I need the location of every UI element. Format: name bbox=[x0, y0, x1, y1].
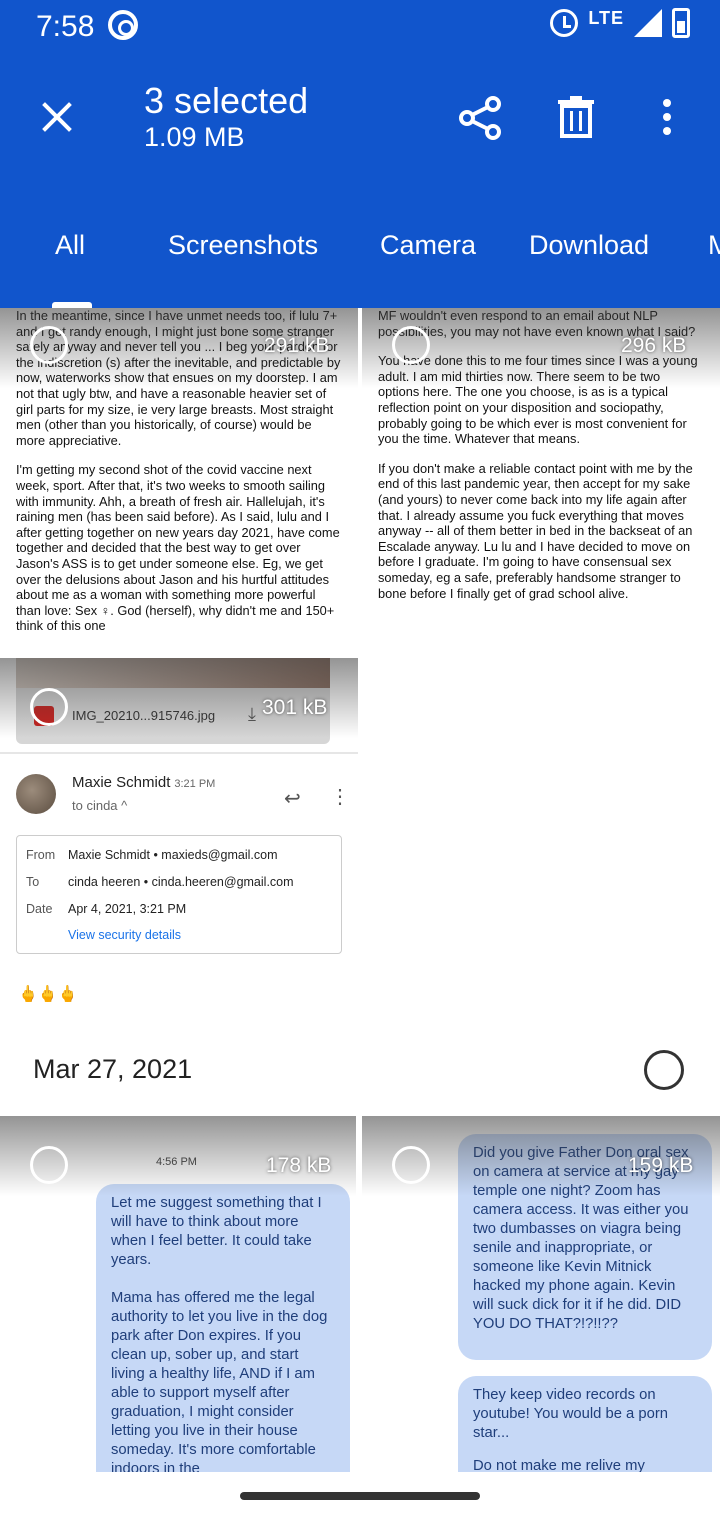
email-sender: Maxie Schmidt 3:21 PM bbox=[72, 774, 215, 791]
file-size: 159 kB bbox=[628, 1154, 694, 1177]
tab-all[interactable]: All bbox=[55, 230, 85, 261]
emoji-text: 🖕🖕🖕 bbox=[18, 986, 78, 1003]
select-circle[interactable] bbox=[392, 1146, 430, 1184]
email-time: 3:21 PM bbox=[174, 778, 216, 790]
select-all-circle[interactable] bbox=[644, 1050, 684, 1090]
to-value: cinda heeren • cinda.heeren@gmail.com bbox=[68, 875, 294, 889]
more-vert-icon[interactable] bbox=[656, 98, 678, 138]
paragraph: You have done this to me four times sinc… bbox=[378, 353, 698, 447]
file-size: 296 kB bbox=[621, 334, 687, 357]
selection-app-bar: 7:58 LTE 3 selected 1.09 MB All Screensh… bbox=[0, 0, 720, 308]
message-text: Do not make me relive my bbox=[473, 1458, 645, 1472]
at-sign-icon bbox=[108, 10, 138, 40]
download-icon: ⤓ bbox=[248, 704, 256, 724]
signal-icon bbox=[634, 9, 662, 37]
to-label: To bbox=[26, 875, 40, 889]
tab-more[interactable]: M bbox=[708, 230, 720, 261]
home-indicator[interactable] bbox=[240, 1492, 480, 1500]
selection-count: 3 selected bbox=[144, 80, 309, 121]
avatar bbox=[16, 774, 56, 814]
status-indicators: LTE bbox=[550, 8, 690, 38]
battery-icon bbox=[672, 8, 690, 38]
trash-icon[interactable] bbox=[556, 96, 596, 138]
paragraph: Mama has offered me the legal authority … bbox=[111, 1290, 328, 1472]
alarm-icon bbox=[550, 9, 579, 37]
file-size: 301 kB bbox=[262, 696, 328, 719]
from-value: Maxie Schmidt • maxieds@gmail.com bbox=[68, 848, 278, 862]
message-bubble: Let me suggest something that I will hav… bbox=[96, 1184, 350, 1472]
network-type: LTE bbox=[588, 7, 624, 28]
paragraph: In the meantime, since I have unmet need… bbox=[16, 308, 341, 448]
divider bbox=[0, 752, 358, 754]
tab-camera[interactable]: Camera bbox=[380, 230, 476, 261]
file-thumbnail-1[interactable]: In the meantime, since I have unmet need… bbox=[0, 308, 358, 658]
paragraph: Let me suggest something that I will hav… bbox=[111, 1195, 322, 1268]
select-circle[interactable] bbox=[392, 326, 430, 364]
selection-size: 1.09 MB bbox=[144, 122, 245, 152]
message-text: They keep video records on youtube! You … bbox=[473, 1387, 668, 1441]
file-size: 178 kB bbox=[266, 1154, 332, 1177]
file-thumbnail-4[interactable]: 4:56 PM Let me suggest something that I … bbox=[0, 1116, 356, 1472]
from-label: From bbox=[26, 848, 56, 862]
close-icon[interactable] bbox=[36, 96, 78, 138]
select-circle[interactable] bbox=[30, 326, 68, 364]
select-circle[interactable] bbox=[30, 1146, 68, 1184]
more-vert-icon: ⋮ bbox=[330, 786, 350, 808]
paragraph: I'm getting my second shot of the covid … bbox=[16, 462, 340, 634]
email-recipient-line: to cinda ^ bbox=[72, 798, 128, 813]
email-details-card: From Maxie Schmidt • maxieds@gmail.com T… bbox=[16, 835, 342, 954]
message-time: 4:56 PM bbox=[156, 1156, 197, 1168]
message-bubble: They keep video records on youtube! You … bbox=[458, 1376, 712, 1472]
status-time: 7:58 bbox=[36, 10, 95, 43]
select-circle[interactable] bbox=[30, 688, 68, 726]
paragraph: If you don't make a reliable contact poi… bbox=[378, 460, 693, 601]
reply-icon: ↩ bbox=[284, 788, 301, 810]
attachment-name: IMG_20210...915746.jpg bbox=[72, 708, 216, 723]
sender-name: Maxie Schmidt bbox=[72, 774, 171, 791]
tab-screenshots[interactable]: Screenshots bbox=[168, 230, 318, 261]
file-thumbnail-2[interactable]: MF wouldn't even respond to an email abo… bbox=[362, 308, 720, 658]
file-thumbnail-5[interactable]: Did you give Father Don oral sex on came… bbox=[362, 1116, 720, 1472]
security-details-link: View security details bbox=[68, 928, 182, 942]
file-size: 291 kB bbox=[264, 334, 330, 357]
attachment-preview bbox=[16, 658, 330, 688]
date-value: Apr 4, 2021, 3:21 PM bbox=[68, 902, 187, 916]
tab-download[interactable]: Download bbox=[529, 230, 649, 261]
share-icon[interactable] bbox=[458, 96, 502, 140]
google-files-app: 7:58 LTE 3 selected 1.09 MB All Screensh… bbox=[0, 0, 720, 1520]
file-thumbnail-3[interactable]: IMG_20210...915746.jpg ⤓ 301 kB bbox=[0, 658, 358, 758]
date-section-header: Mar 27, 2021 bbox=[33, 1054, 193, 1084]
category-tabs: All Screenshots Camera Download M bbox=[0, 210, 720, 284]
date-label: Date bbox=[26, 902, 53, 916]
